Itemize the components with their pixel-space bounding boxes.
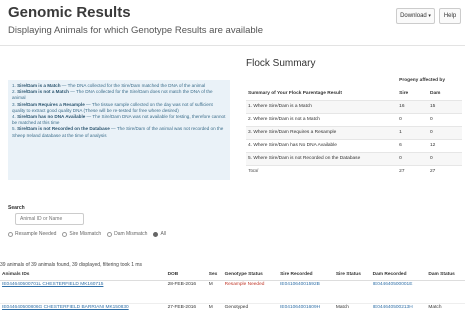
flock-row: 4. Where Sire/Dam has No DNA Available 6 1…	[246, 138, 462, 152]
radio-dot-icon	[107, 231, 113, 237]
flock-cell-sire: 0	[397, 151, 428, 165]
total-dam: 27	[427, 164, 462, 178]
page-header: Genomic Results Displaying Animals for w…	[0, 0, 465, 46]
flock-cell-dam: 12	[427, 138, 462, 152]
cell-genotype: Resample Needed	[222, 280, 279, 304]
cell-sire[interactable]: IE041064001592B	[278, 280, 334, 304]
cell-genotype: Genotyped	[222, 303, 279, 326]
filter-radio-sire-mismatch[interactable]: Sire Mismatch	[62, 231, 101, 237]
note-item: 2. Sire/Dam is not a Match — The DNA col…	[12, 89, 213, 101]
note-item: 4. Sire/Dam has no DNA Available — The S…	[12, 114, 226, 126]
flock-cell-dam: 15	[427, 99, 462, 113]
flock-cell-dam: 0	[427, 125, 462, 139]
note-item: 5. Sire/Dam is not Recorded on the Datab…	[12, 126, 224, 138]
flock-cell-label: 1. Where Sire/Dam is a Match	[246, 99, 398, 113]
animals-table: Animals IDs DOB Sex Genotype Status Sire Rec…	[0, 270, 465, 326]
column-header[interactable]: Sire Status	[333, 270, 371, 281]
legend-notes: 1. Sire/Dam is a Match — The DNA collect…	[8, 80, 230, 180]
flock-cell-label: 2. Where Sire/Dam is not a Match	[246, 112, 398, 126]
table-row: IE044640500806G CHESTERFIELD BARRIANI MK…	[0, 303, 465, 326]
cell-dam[interactable]: IE044640500213H	[370, 303, 427, 326]
filter-radio-all[interactable]: All	[153, 231, 166, 237]
radio-dot-icon	[62, 231, 68, 237]
download-label: Download	[400, 13, 427, 19]
page-title: Genomic Results	[8, 4, 131, 21]
chevron-down-icon: ▾	[428, 13, 431, 19]
column-header[interactable]: Dam Recorded	[370, 270, 427, 281]
download-button[interactable]: Download ▾	[396, 8, 435, 24]
flock-row: 2. Where Sire/Dam is not a Match 0 0	[246, 112, 462, 126]
cell-id[interactable]: IE044640500701L CHESTERFIELD MK160715	[0, 280, 166, 304]
flock-cell-label: 5. Where Sire/Dam is not Recorded on the…	[246, 151, 398, 165]
cell-id[interactable]: IE044640500806G CHESTERFIELD BARRIANI MK…	[0, 303, 166, 326]
flock-cell-dam: 0	[427, 151, 462, 165]
column-header[interactable]: Genotype Status	[222, 270, 279, 281]
cell-dam-status	[426, 280, 465, 304]
col-dam: Dam	[429, 90, 441, 96]
flock-row: 3. Where Sire/Dam Requires a Resample 1 0	[246, 125, 462, 139]
flock-cell-sire: 0	[397, 112, 428, 126]
flock-cell-dam: 0	[427, 112, 462, 126]
flock-summary-title: Flock Summary	[246, 58, 316, 69]
radio-dot-icon	[153, 231, 159, 237]
cell-dob: 27-FEB-2016	[165, 303, 207, 326]
filter-radio-dam-mismatch[interactable]: Dam Mismatch	[107, 231, 147, 237]
flock-cell-sire: 1	[397, 125, 428, 139]
col-sire: Sire	[399, 90, 409, 96]
column-header[interactable]: Animals IDs	[0, 270, 166, 281]
flock-cell-label: 3. Where Sire/Dam Requires a Resample	[246, 125, 398, 139]
cell-sex: M	[206, 280, 223, 304]
flock-row: 5. Where Sire/Dam is not Recorded on the…	[246, 151, 462, 165]
flock-summary-table: Progeny affected by Summary of Your Floc…	[246, 74, 462, 178]
result-count: 39 animals of 39 animals found, 39 displ…	[0, 262, 143, 268]
search-label: Search	[8, 205, 25, 211]
help-button[interactable]: Help	[439, 8, 461, 24]
total-sire: 27	[397, 164, 428, 178]
cell-dam-status: Match	[426, 303, 465, 326]
cell-dam[interactable]: IE044640500001E	[370, 280, 427, 304]
column-header[interactable]: DOB	[165, 270, 207, 281]
search-input[interactable]	[15, 213, 84, 225]
flock-cell-sire: 6	[397, 138, 428, 152]
column-header[interactable]: Sex	[206, 270, 223, 281]
page-subtitle: Displaying Animals for which Genotype Re…	[8, 25, 264, 36]
table-row: IE044640500701L CHESTERFIELD MK160715 28-…	[0, 280, 465, 304]
filter-radios: Resample Needed Sire Mismatch Dam Mismatch…	[8, 231, 166, 237]
radio-dot-icon	[8, 231, 13, 237]
column-header[interactable]: Dam Status	[426, 270, 465, 281]
filter-radio-resample-needed[interactable]: Resample Needed	[8, 231, 56, 237]
flock-row: 1. Where Sire/Dam is a Match 16 15	[246, 99, 462, 113]
cell-sire[interactable]: IE041064001609H	[278, 303, 334, 326]
cell-dob: 28-FEB-2016	[165, 280, 207, 304]
flock-cell-label: 4. Where Sire/Dam has No DNA Available	[246, 138, 398, 152]
cell-sex: M	[206, 303, 223, 326]
col-result: Summary of Your Flock Parentage Result	[248, 90, 342, 96]
cell-sire-status: Match	[333, 303, 371, 326]
total-label: Total	[246, 164, 398, 178]
note-item: 3. Sire/Dam Requires a Resample — The ti…	[12, 101, 213, 113]
progeny-header: Progeny affected by	[397, 74, 462, 87]
flock-cell-sire: 16	[397, 99, 428, 113]
cell-sire-status	[333, 280, 371, 304]
column-header[interactable]: Sire Recorded	[278, 270, 334, 281]
